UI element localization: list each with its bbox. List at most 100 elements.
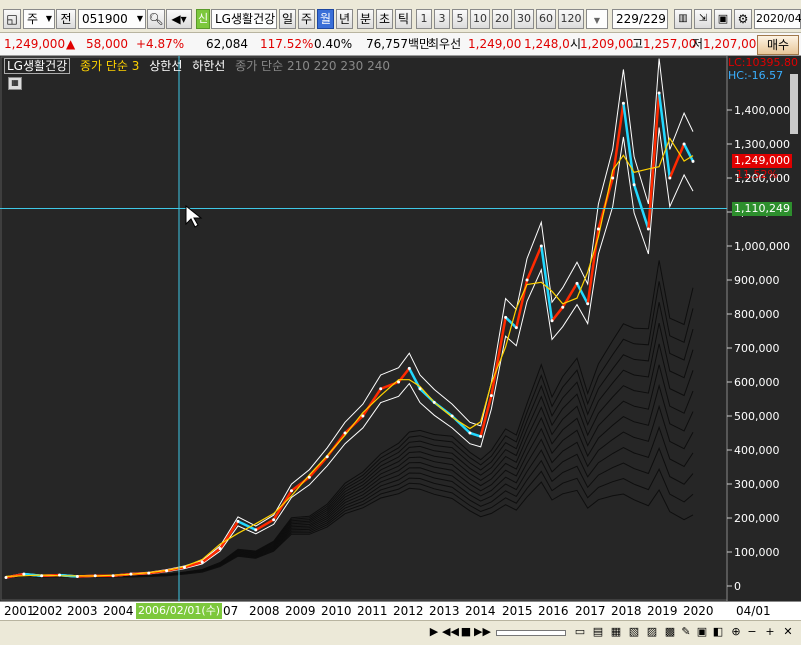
- chart-canvas[interactable]: 1,400,0001,300,0001,200,0001,100,0001,00…: [0, 56, 801, 601]
- play-icon[interactable]: ▶: [426, 624, 442, 640]
- calendar-icon[interactable]: ▣: [694, 624, 710, 640]
- layout-icon[interactable]: ▤: [590, 624, 606, 640]
- legend-long-ma[interactable]: 종가 단순 210 220 230 240: [235, 59, 390, 73]
- ruler-icon[interactable]: ▨: [644, 624, 660, 640]
- minute-20-button[interactable]: 20: [492, 9, 512, 29]
- price-point: [586, 302, 590, 306]
- compare-icon[interactable]: ⇲: [694, 9, 712, 29]
- zoom-icon[interactable]: ▥: [674, 9, 692, 29]
- custom-period-select[interactable]: ▼: [586, 9, 608, 29]
- indicator-icon[interactable]: ▧: [626, 624, 642, 640]
- period-minute-button[interactable]: 분: [357, 9, 374, 29]
- stock-code-value: 051900: [82, 12, 128, 26]
- high-price: 1,257,00: [643, 37, 697, 51]
- minute-1-button[interactable]: 1: [416, 9, 432, 29]
- period-tick-button[interactable]: 틱: [395, 9, 412, 29]
- zoom-slider[interactable]: [496, 630, 566, 636]
- y-tick-label: 0: [734, 580, 741, 593]
- x-tick: 2019: [647, 604, 678, 618]
- minus-icon[interactable]: −: [744, 624, 760, 640]
- x-tick: 2018: [611, 604, 642, 618]
- close-icon[interactable]: ✕: [780, 624, 796, 640]
- legend-ma3[interactable]: 종가 단순 3: [80, 59, 139, 73]
- price-point: [165, 569, 169, 573]
- search-icon[interactable]: 🔍︎: [147, 9, 165, 29]
- x-tick: 2014: [465, 604, 496, 618]
- grid-toggle-icon[interactable]: ▦: [8, 77, 22, 90]
- pen-icon[interactable]: ✎: [678, 624, 694, 640]
- x-tick: 2011: [357, 604, 388, 618]
- minute-5-button[interactable]: 5: [452, 9, 468, 29]
- stock-code-input[interactable]: 051900 ▼: [78, 9, 146, 29]
- minute-30-button[interactable]: 30: [514, 9, 534, 29]
- minute-10-button[interactable]: 10: [470, 9, 490, 29]
- zoom-in-icon[interactable]: ⊕: [728, 624, 744, 640]
- vertical-scrollbar[interactable]: [790, 74, 798, 134]
- price-segment: [290, 476, 311, 492]
- price-point: [657, 91, 661, 95]
- volume: 62,084: [206, 37, 248, 51]
- minute-3-button[interactable]: 3: [434, 9, 450, 29]
- stock-name-field[interactable]: LG생활건강: [211, 9, 277, 29]
- price-chart[interactable]: 1,400,0001,300,0001,200,0001,100,0001,00…: [0, 56, 801, 601]
- ma3-line: [5, 136, 694, 577]
- period-second-button[interactable]: 초: [376, 9, 393, 29]
- price-point: [514, 326, 518, 330]
- bottom-toolbar: ▶ ◀◀ ■ ▶▶ ▭ ▤ ▦ ▧ ▨ ▩ ✎ ▣ ◧ ⊕ − + ✕: [0, 620, 801, 645]
- y-tick-label: 100,000: [734, 546, 780, 559]
- legend-lower-band[interactable]: 하한선: [192, 59, 225, 73]
- price-point: [290, 489, 294, 493]
- price-point: [182, 565, 186, 569]
- period-day-button[interactable]: 일: [279, 9, 296, 29]
- sin-badge: 신: [196, 9, 210, 29]
- page-counter[interactable]: 229/229: [612, 9, 668, 29]
- period-month-button[interactable]: 월: [317, 9, 334, 29]
- y-tick-label: 400,000: [734, 444, 780, 457]
- y-tick-label: 300,000: [734, 478, 780, 491]
- stop-icon[interactable]: ■: [458, 624, 474, 640]
- price-point: [621, 101, 625, 105]
- price-point: [397, 380, 401, 384]
- save-icon[interactable]: ▣: [714, 9, 732, 29]
- price-point: [632, 183, 636, 187]
- buy-button[interactable]: 매수: [757, 35, 799, 55]
- open-price: 1,209,00: [580, 37, 634, 51]
- long-ma-line: [5, 481, 694, 578]
- legend-stock-name[interactable]: LG생활건강: [4, 58, 71, 74]
- price-point: [691, 159, 695, 163]
- price-segment: [551, 306, 564, 322]
- overlay-icon[interactable]: ▦: [608, 624, 624, 640]
- minute-60-button[interactable]: 60: [536, 9, 556, 29]
- grid-icon[interactable]: ▩: [662, 624, 678, 640]
- toolbar: ◱ 주 ▼ 전 051900 ▼ 🔍︎ ◀▾ 신 LG생활건강 일 주 월 년 분 …: [0, 0, 801, 33]
- price-point: [40, 574, 44, 578]
- legend-upper-band[interactable]: 상한선: [149, 59, 182, 73]
- jeon-button[interactable]: 전: [56, 9, 76, 29]
- y-tick-label: 700,000: [734, 342, 780, 355]
- page-current: 229: [616, 12, 639, 26]
- x-tick: 2004: [103, 604, 134, 618]
- lock-icon[interactable]: ◧: [710, 624, 726, 640]
- period-year-button[interactable]: 년: [336, 9, 353, 29]
- price-point: [343, 431, 347, 435]
- date-field[interactable]: 2020/04: [754, 9, 801, 29]
- x-tick: 04/01: [736, 604, 771, 618]
- price-point: [418, 387, 422, 391]
- x-axis: 2001 2002 2003 2004 2006/02/01(수) 07 200…: [0, 601, 801, 621]
- period-week-button[interactable]: 주: [298, 9, 315, 29]
- price-point: [254, 528, 258, 532]
- minute-120-button[interactable]: 120: [558, 9, 584, 29]
- rewind-icon[interactable]: ◀◀: [442, 624, 459, 640]
- gear-icon[interactable]: ⚙: [734, 9, 752, 29]
- draw-tool-icon[interactable]: ▭: [572, 624, 588, 640]
- y-tick-label: 900,000: [734, 274, 780, 287]
- sound-icon[interactable]: ◀▾: [166, 9, 192, 29]
- window-icon[interactable]: ◱: [3, 9, 21, 29]
- current-price: 1,249,000: [4, 37, 66, 51]
- code-mode-select[interactable]: 주 ▼: [23, 9, 55, 29]
- price-segment: [490, 317, 507, 396]
- x-tick: 2001: [4, 604, 35, 618]
- fast-forward-icon[interactable]: ▶▶: [474, 624, 491, 640]
- price-point: [218, 547, 222, 551]
- plus-icon[interactable]: +: [762, 624, 778, 640]
